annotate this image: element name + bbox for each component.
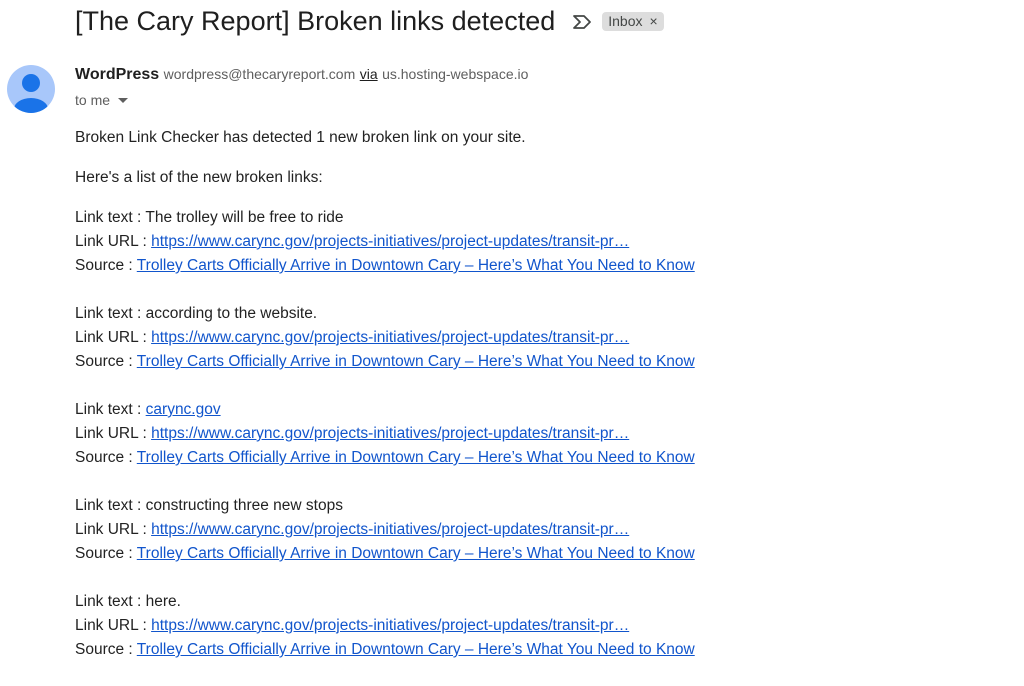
link-source-value[interactable]: Trolley Carts Officially Arrive in Downt… (137, 545, 695, 562)
link-text-label: Link text : (75, 593, 146, 610)
person-avatar-icon (14, 74, 48, 113)
list-intro-text: Here's a list of the new broken links: (75, 169, 323, 186)
link-text-line: Link text : constructing three new stops (75, 494, 695, 518)
link-url-line: Link URL : https://www.carync.gov/projec… (75, 518, 695, 542)
link-source-line: Source : Trolley Carts Officially Arrive… (75, 350, 695, 374)
recipient-text: to me (75, 92, 111, 108)
link-url-label: Link URL : (75, 329, 152, 346)
broken-links-list: Link text : The trolley will be free to … (75, 206, 695, 662)
link-source-label: Source : (75, 257, 137, 274)
broken-link-item: Link text : The trolley will be free to … (75, 206, 695, 278)
link-text-label: Link text : (75, 305, 146, 322)
inbox-label-chip[interactable]: Inbox × (602, 12, 664, 31)
link-source-label: Source : (75, 353, 137, 370)
subject-row: [The Cary Report] Broken links detected … (75, 6, 664, 37)
link-text-line: Link text : according to the website. (75, 302, 695, 326)
link-text-value: The trolley will be free to ride (145, 209, 344, 226)
link-url-label: Link URL : (75, 521, 152, 538)
link-text-label: Link text : (75, 401, 146, 418)
link-url-value[interactable]: https://www.carync.gov/projects-initiati… (151, 521, 629, 538)
link-url-label: Link URL : (75, 617, 152, 634)
broken-link-item: Link text : carync.gov Link URL : https:/… (75, 398, 695, 470)
link-source-value[interactable]: Trolley Carts Officially Arrive in Downt… (137, 257, 695, 274)
chevron-down-icon[interactable] (118, 97, 129, 103)
intro-text: Broken Link Checker has detected 1 new b… (75, 129, 526, 146)
link-text-line: Link text : The trolley will be free to … (75, 206, 695, 230)
via-link[interactable]: via (360, 66, 378, 82)
importance-marker-icon[interactable] (571, 12, 593, 32)
link-url-label: Link URL : (75, 425, 152, 442)
email-body: Broken Link Checker has detected 1 new b… (75, 126, 695, 662)
email-subject: [The Cary Report] Broken links detected (75, 6, 556, 36)
link-text-label: Link text : (75, 497, 146, 514)
via-host: us.hosting-webspace.io (382, 66, 529, 82)
link-url-value[interactable]: https://www.carync.gov/projects-initiati… (151, 425, 629, 442)
link-source-line: Source : Trolley Carts Officially Arrive… (75, 638, 695, 662)
link-text-line: Link text : carync.gov (75, 398, 695, 422)
link-source-label: Source : (75, 641, 137, 658)
link-url-label: Link URL : (75, 233, 152, 250)
link-text-label: Link text : (75, 209, 146, 226)
link-url-value[interactable]: https://www.carync.gov/projects-initiati… (151, 329, 629, 346)
link-url-value[interactable]: https://www.carync.gov/projects-initiati… (151, 233, 629, 250)
link-text-line: Link text : here. (75, 590, 695, 614)
remove-label-icon[interactable]: × (649, 13, 657, 29)
link-text-value: according to the website. (145, 305, 318, 322)
link-text-value[interactable]: carync.gov (146, 401, 221, 418)
link-source-value[interactable]: Trolley Carts Officially Arrive in Downt… (137, 353, 695, 370)
sender-email: wordpress@thecaryreport.com (163, 66, 356, 82)
link-source-value[interactable]: Trolley Carts Officially Arrive in Downt… (137, 641, 695, 658)
link-url-line: Link URL : https://www.carync.gov/projec… (75, 614, 695, 638)
label-chip-text: Inbox (608, 13, 643, 29)
link-url-line: Link URL : https://www.carync.gov/projec… (75, 326, 695, 350)
link-source-line: Source : Trolley Carts Officially Arrive… (75, 542, 695, 566)
link-source-line: Source : Trolley Carts Officially Arrive… (75, 446, 695, 470)
recipient-row[interactable]: to me (75, 92, 129, 108)
link-url-value[interactable]: https://www.carync.gov/projects-initiati… (151, 617, 629, 634)
link-text-value: constructing three new stops (145, 497, 343, 514)
sender-row: WordPress wordpress@thecaryreport.com vi… (75, 66, 528, 84)
link-url-line: Link URL : https://www.carync.gov/projec… (75, 230, 695, 254)
broken-link-item: Link text : constructing three new stops… (75, 494, 695, 566)
broken-link-item: Link text : here. Link URL : https://www.… (75, 590, 695, 662)
link-source-label: Source : (75, 545, 137, 562)
link-text-value: here. (145, 593, 181, 610)
link-source-line: Source : Trolley Carts Officially Arrive… (75, 254, 695, 278)
sender-name[interactable]: WordPress (75, 66, 159, 83)
link-source-label: Source : (75, 449, 137, 466)
link-url-line: Link URL : https://www.carync.gov/projec… (75, 422, 695, 446)
link-source-value[interactable]: Trolley Carts Officially Arrive in Downt… (137, 449, 695, 466)
broken-link-item: Link text : according to the website. Lin… (75, 302, 695, 374)
sender-avatar[interactable] (7, 65, 55, 113)
